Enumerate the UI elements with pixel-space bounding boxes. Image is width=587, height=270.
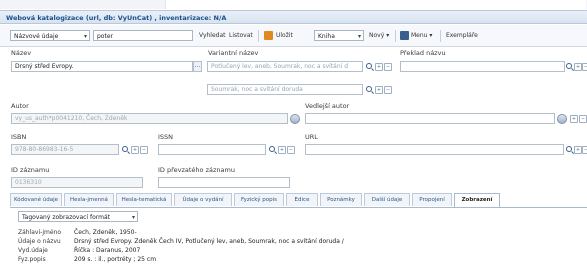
toolbar-separator [440,30,441,42]
title-label: Název [11,49,32,57]
issn-label: ISSN [158,133,174,141]
display-row-value: Čech, Zdeněk, 1950- [74,229,137,236]
record-id-label: ID záznamu [11,166,50,174]
isbn-label: ISBN [11,133,27,141]
add-icon[interactable]: + [574,63,582,71]
chevron-down-icon: ▾ [357,33,361,40]
search-icon[interactable] [366,86,372,92]
tab-display[interactable]: Zobrazení [454,193,500,207]
tab-links[interactable]: Propojení [412,193,452,206]
menu-icon [400,31,409,40]
menu-button-label: Menu [411,32,428,39]
record-id-field[interactable]: 0136310 [11,177,143,188]
tab-edition[interactable]: Údaje o vydání [174,193,232,206]
display-row-label: Vyd.údaje [18,247,48,254]
save-button[interactable]: Uložit [276,30,293,41]
author-label: Autor [11,102,29,110]
toolbar-separator [395,30,396,42]
search-field-select-value: Názvové údaje [14,33,59,40]
tab-name-headings[interactable]: Hesla-jmenná [64,193,114,206]
secondary-author-field[interactable] [305,113,555,124]
url-label: URL [305,133,318,141]
save-icon [264,31,273,40]
display-row-value: 209 s. : il., portréty ; 25 cm [74,256,157,263]
display-row-label: Údaje o názvu [18,238,61,245]
search-icon[interactable] [566,146,572,152]
display-format-select[interactable]: Tagovaný zobrazovací formát ▾ [18,211,138,222]
add-icon[interactable]: + [375,86,383,94]
new-button-label: Nový [369,32,385,39]
list-button[interactable]: Listovat [229,30,253,41]
chevron-down-icon: ▾ [386,32,390,39]
secondary-author-lookup-icon[interactable] [557,114,567,124]
new-button[interactable]: Nový ▾ [369,30,389,41]
display-row-value: Říčka : Daranus, 2007 [74,247,141,254]
imported-id-field[interactable] [158,177,290,188]
doc-type-select[interactable]: Kniha ▾ [314,30,364,41]
search-icon[interactable] [366,63,372,69]
copies-button[interactable]: Exempláře [446,30,478,41]
tab-other-data[interactable]: Další údaje [364,193,410,206]
tab-series[interactable]: Edice [286,193,318,206]
remove-icon[interactable]: − [384,63,392,71]
title-lookup-button[interactable]: … [193,61,202,72]
display-row-label: Záhlaví-jméno [18,229,61,236]
remove-icon[interactable]: − [287,146,295,154]
variant-title-label: Variantní název [208,49,259,57]
tab-coded-data[interactable]: Kódované údaje [10,193,62,206]
remove-icon[interactable]: − [582,146,587,154]
search-icon[interactable] [566,63,572,69]
chevron-down-icon: ▾ [131,214,135,221]
doc-type-select-value: Kniha [318,33,335,40]
chevron-down-icon: ▾ [83,33,87,40]
variant-title-field-1[interactable]: Potlučený lev, aneb, Soumrak, noc a svít… [207,61,363,72]
tab-physical-description[interactable]: Fyzický popis [234,193,284,206]
search-input[interactable]: poter [93,30,193,41]
translation-title-label: Překlad názvu [400,49,446,57]
isbn-field[interactable]: 978-80-86983-16-5 [11,144,119,155]
remove-icon[interactable]: − [384,86,392,94]
search-input-value: poter [97,33,113,40]
chevron-down-icon: ▾ [429,32,433,39]
add-icon[interactable]: + [375,63,383,71]
add-icon[interactable]: + [574,146,582,154]
search-icon[interactable] [122,146,128,152]
tab-bar: Kódované údaje Hesla-jmenná Hesla-temati… [10,193,587,208]
url-field[interactable] [305,144,564,155]
variant-title-field-2[interactable]: Soumrak, noc a svítání doruda [207,84,363,95]
search-button[interactable]: Vyhledat [199,30,226,41]
translation-title-field[interactable] [400,61,565,72]
add-icon[interactable]: + [131,146,139,154]
toolbar-separator [258,30,259,42]
display-row-value: Drsný střed Evropy. Zdeněk Čech IV, Potl… [74,238,344,245]
window-title: Webová katalogizace (url, db: VyUnCat) ,… [0,10,587,24]
secondary-author-label: Vedlejší autor [305,102,350,110]
remove-icon[interactable]: − [582,63,587,71]
display-row-label: Fyz.popis [18,256,46,263]
tab-notes[interactable]: Poznámky [320,193,362,206]
remove-icon[interactable]: − [579,115,587,123]
issn-field[interactable] [158,144,266,155]
menu-button[interactable]: Menu ▾ [411,30,432,41]
search-icon[interactable] [269,146,275,152]
search-field-select[interactable]: Názvové údaje ▾ [10,30,90,41]
background-panel [165,0,586,9]
author-field[interactable]: vy_us_auth*p0041210, Čech, Zdeněk [11,113,288,124]
add-icon[interactable]: + [570,115,578,123]
author-lookup-icon[interactable] [290,114,300,124]
imported-id-label: ID převzatého záznamu [158,166,235,174]
remove-icon[interactable]: − [140,146,148,154]
tab-subject-headings[interactable]: Hesla-tematická [116,193,172,206]
add-icon[interactable]: + [278,146,286,154]
title-field[interactable]: Drsný střed Evropy. [11,61,193,72]
display-format-select-value: Tagovaný zobrazovací formát [22,214,111,221]
